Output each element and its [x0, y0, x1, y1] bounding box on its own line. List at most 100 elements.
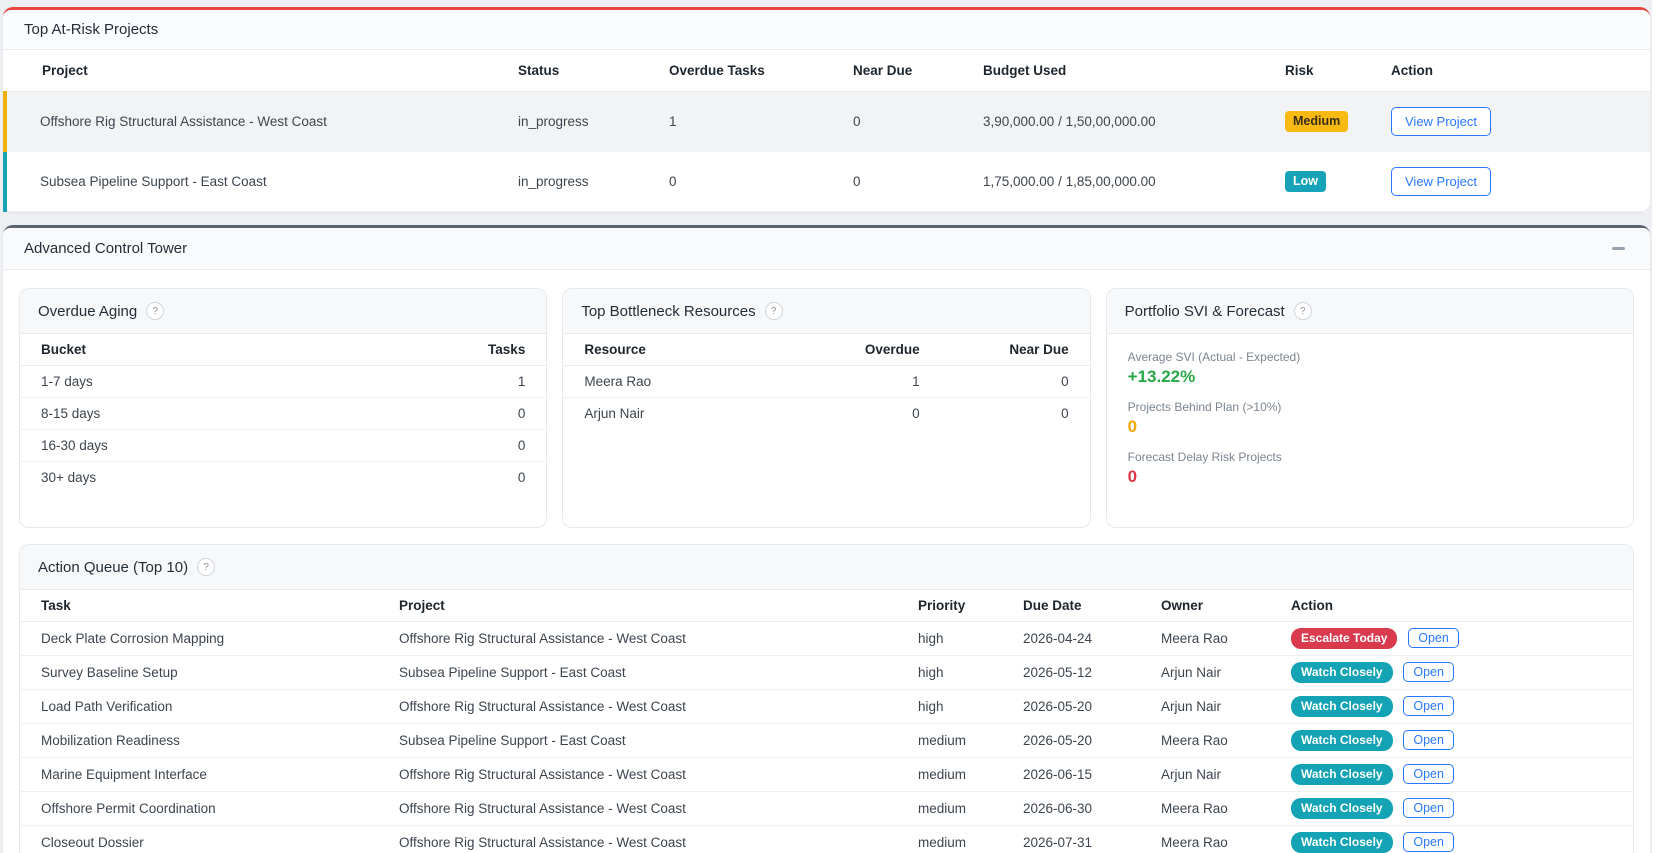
open-button[interactable]: Open — [1408, 628, 1459, 648]
scrollbar-track[interactable] — [1652, 0, 1657, 853]
priority-cell: high — [918, 689, 1023, 724]
tasks-cell: 1 — [426, 365, 547, 398]
owner-cell: Meera Rao — [1161, 825, 1291, 853]
table-row: 8-15 days 0 — [20, 397, 547, 430]
table-row: Survey Baseline Setup Subsea Pipeline Su… — [20, 655, 1633, 690]
owner-cell: Arjun Nair — [1161, 655, 1291, 690]
tasks-cell: 0 — [426, 397, 547, 430]
table-row: Offshore Rig Structural Assistance - Wes… — [3, 91, 1650, 152]
col-budget-used: Budget Used — [983, 50, 1285, 92]
col-action: Action — [1291, 590, 1633, 622]
top-at-risk-header: Top At-Risk Projects — [3, 10, 1650, 50]
priority-cell: high — [918, 621, 1023, 656]
col-near-due: Near Due — [919, 334, 1090, 366]
priority-cell: medium — [918, 757, 1023, 792]
due-date-cell: 2026-06-15 — [1023, 757, 1161, 792]
svi-metric: Average SVI (Actual - Expected) +13.22% — [1128, 350, 1612, 387]
table-row: 1-7 days 1 — [20, 365, 547, 398]
task-cell: Load Path Verification — [20, 689, 399, 724]
metric-label: Average SVI (Actual - Expected) — [1127, 350, 1301, 364]
due-date-cell: 2026-05-12 — [1023, 655, 1161, 690]
due-date-cell: 2026-05-20 — [1023, 723, 1161, 758]
svi-metric: Forecast Delay Risk Projects 0 — [1128, 450, 1612, 487]
table-row: Load Path Verification Offshore Rig Stru… — [20, 689, 1633, 724]
table-row: Deck Plate Corrosion Mapping Offshore Ri… — [20, 621, 1633, 656]
owner-cell: Meera Rao — [1161, 791, 1291, 826]
metric-value: 0 — [1127, 417, 1138, 436]
col-action: Action — [1391, 50, 1650, 92]
recommendation-badge: Escalate Today — [1291, 628, 1398, 649]
tasks-cell: 0 — [426, 429, 547, 462]
project-cell: Subsea Pipeline Support - East Coast — [399, 723, 918, 758]
project-cell: Offshore Rig Structural Assistance - Wes… — [399, 621, 918, 656]
metric-value: +13.22% — [1127, 367, 1196, 386]
col-overdue: Overdue — [744, 334, 920, 366]
due-date-cell: 2026-04-24 — [1023, 621, 1161, 656]
budget-used-cell: 1,75,000.00 / 1,85,00,000.00 — [983, 151, 1285, 212]
bucket-cell: 8-15 days — [20, 397, 427, 430]
task-cell: Closeout Dossier — [20, 825, 399, 853]
open-button[interactable]: Open — [1403, 798, 1454, 818]
bucket-cell: 16-30 days — [20, 429, 427, 462]
help-icon[interactable]: ? — [146, 302, 165, 320]
table-row: Closeout Dossier Offshore Rig Structural… — [20, 825, 1633, 853]
top-at-risk-table: Project Status Overdue Tasks Near Due Bu… — [3, 50, 1650, 212]
open-button[interactable]: Open — [1403, 764, 1454, 784]
due-date-cell: 2026-06-30 — [1023, 791, 1161, 826]
bucket-cell: 30+ days — [41, 470, 97, 485]
metric-label: Projects Behind Plan (>10%) — [1127, 400, 1282, 414]
col-near-due: Near Due — [853, 50, 983, 92]
project-cell: Offshore Rig Structural Assistance - Wes… — [399, 757, 918, 792]
portfolio-svi-title: Portfolio SVI & Forecast — [1124, 302, 1285, 320]
overdue-tasks-cell: 0 — [669, 151, 853, 212]
top-at-risk-title: Top At-Risk Projects — [24, 21, 159, 38]
recommendation-badge: Watch Closely — [1291, 730, 1393, 751]
recommendation-badge: Watch Closely — [1291, 832, 1393, 853]
table-row: 30+ days 0 — [20, 462, 546, 494]
project-cell: Offshore Rig Structural Assistance - Wes… — [399, 689, 918, 724]
col-priority: Priority — [918, 590, 1023, 622]
col-resource: Resource — [563, 334, 745, 366]
col-tasks: Tasks — [426, 334, 547, 366]
collapse-icon[interactable] — [1607, 241, 1629, 257]
recommendation-badge: Watch Closely — [1291, 696, 1393, 717]
col-project: Project — [399, 590, 918, 622]
recommendation-badge: Watch Closely — [1291, 764, 1393, 785]
project-cell: Offshore Rig Structural Assistance - Wes… — [399, 825, 918, 853]
open-button[interactable]: Open — [1403, 662, 1454, 682]
action-queue-title: Action Queue (Top 10) — [38, 558, 189, 576]
project-cell: Subsea Pipeline Support - East Coast — [399, 655, 918, 690]
help-icon[interactable]: ? — [1293, 302, 1312, 320]
overdue-aging-card: Overdue Aging ? Bucket Tasks 1-7 days 1 … — [19, 288, 548, 528]
advanced-control-tower-panel: Advanced Control Tower Overdue Aging ? B… — [3, 225, 1650, 853]
table-row: Arjun Nair 0 0 — [563, 398, 1089, 430]
col-status: Status — [518, 50, 669, 92]
status-cell: in_progress — [518, 91, 669, 152]
recommendation-badge: Watch Closely — [1291, 662, 1393, 683]
task-cell: Offshore Permit Coordination — [20, 791, 399, 826]
open-button[interactable]: Open — [1403, 696, 1454, 716]
task-cell: Survey Baseline Setup — [20, 655, 399, 690]
control-tower-title: Advanced Control Tower — [24, 240, 188, 257]
view-project-button[interactable]: View Project — [1391, 107, 1492, 136]
task-cell: Mobilization Readiness — [20, 723, 399, 758]
open-button[interactable]: Open — [1403, 832, 1454, 852]
table-header-row: Task Project Priority Due Date Owner Act… — [20, 590, 1633, 622]
table-row: Mobilization Readiness Subsea Pipeline S… — [20, 723, 1633, 758]
table-row: Marine Equipment Interface Offshore Rig … — [20, 757, 1633, 792]
col-overdue-tasks: Overdue Tasks — [669, 50, 853, 92]
table-row: Subsea Pipeline Support - East Coast in_… — [3, 151, 1650, 212]
priority-cell: medium — [918, 723, 1023, 758]
help-icon[interactable]: ? — [764, 302, 783, 320]
col-risk: Risk — [1285, 50, 1391, 92]
status-cell: in_progress — [518, 151, 669, 212]
view-project-button[interactable]: View Project — [1391, 167, 1492, 196]
table-row: 16-30 days 0 — [20, 429, 547, 462]
owner-cell: Arjun Nair — [1161, 689, 1291, 724]
project-cell: Offshore Rig Structural Assistance - Wes… — [399, 791, 918, 826]
priority-cell: medium — [918, 825, 1023, 853]
open-button[interactable]: Open — [1403, 730, 1454, 750]
help-icon[interactable]: ? — [197, 558, 216, 576]
col-due-date: Due Date — [1023, 590, 1161, 622]
owner-cell: Meera Rao — [1161, 723, 1291, 758]
